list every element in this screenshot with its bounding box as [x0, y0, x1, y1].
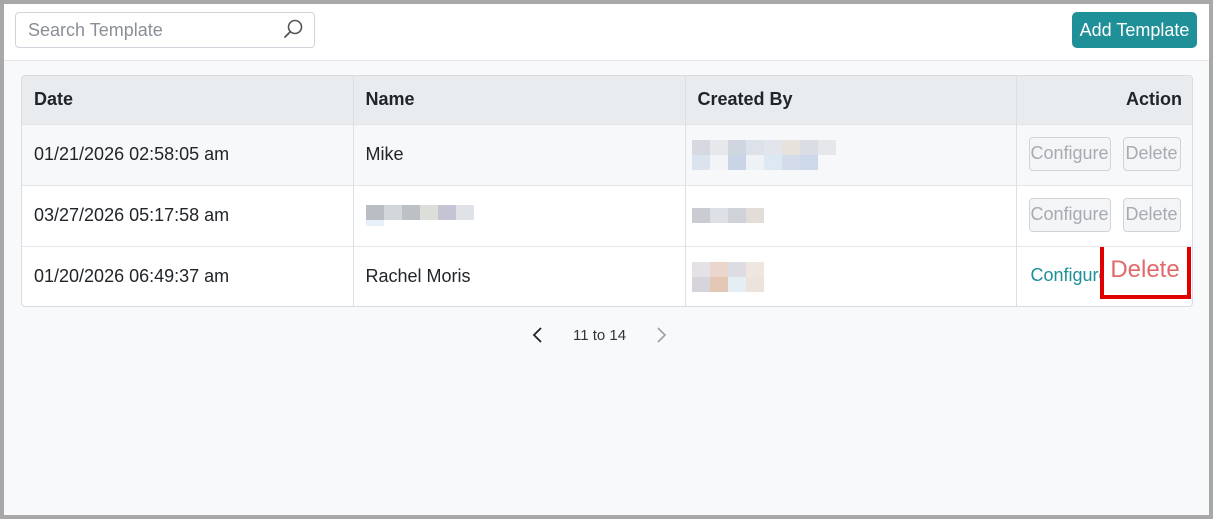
cell-date: 03/27/2026 05:17:58 am [22, 185, 354, 246]
app-window: Add Template Date Name Created By Action… [0, 0, 1213, 519]
table-row: 01/21/2026 02:58:05 am Mike Configure De… [22, 124, 1192, 185]
cell-name: Mike [353, 124, 686, 185]
cell-actions: Configure Delete [1016, 185, 1192, 246]
cell-name: Rachel Moris [353, 246, 686, 306]
templates-table: Date Name Created By Action 01/21/2026 0… [21, 75, 1193, 307]
configure-link[interactable]: Configure [1031, 265, 1109, 286]
cell-date: 01/21/2026 02:58:05 am [22, 124, 354, 185]
pagination: 11 to 14 [531, 322, 668, 348]
cell-actions: Configure Delete [1016, 124, 1192, 185]
configure-button[interactable]: Configure [1028, 197, 1111, 232]
cell-created-by-redacted [685, 124, 1017, 185]
table-row: 03/27/2026 05:17:58 am Configure Delete [22, 185, 1192, 246]
cell-created-by-redacted [685, 185, 1017, 246]
redacted-block [691, 261, 1016, 292]
chevron-right-icon[interactable] [654, 325, 668, 345]
add-template-button[interactable]: Add Template [1072, 12, 1197, 48]
delete-button[interactable]: Delete [1122, 136, 1181, 171]
delete-button[interactable]: Delete [1122, 197, 1181, 232]
chevron-left-icon[interactable] [531, 325, 545, 345]
header-name[interactable]: Name [353, 76, 686, 124]
search-icon[interactable] [282, 18, 304, 40]
table-header-row: Date Name Created By Action [22, 76, 1192, 124]
search-box[interactable] [15, 12, 315, 48]
cell-actions: Configure Delete [1016, 246, 1192, 306]
redacted-block [691, 208, 1016, 223]
header-created-by[interactable]: Created By [685, 76, 1017, 124]
delete-button-highlighted[interactable]: Delete [1099, 246, 1191, 299]
cell-name-redacted [353, 185, 686, 246]
top-toolbar: Add Template [4, 4, 1209, 61]
search-input[interactable] [16, 13, 288, 47]
table-row: 01/20/2026 06:49:37 am Rachel Moris Conf… [22, 246, 1192, 306]
cell-created-by-redacted [685, 246, 1017, 306]
page-range-label: 11 to 14 [573, 326, 627, 344]
redacted-block [691, 139, 1016, 170]
configure-button[interactable]: Configure [1028, 136, 1111, 171]
redacted-block [365, 205, 685, 226]
cell-date: 01/20/2026 06:49:37 am [22, 246, 354, 306]
header-date[interactable]: Date [22, 76, 354, 124]
header-action: Action [1126, 89, 1182, 110]
